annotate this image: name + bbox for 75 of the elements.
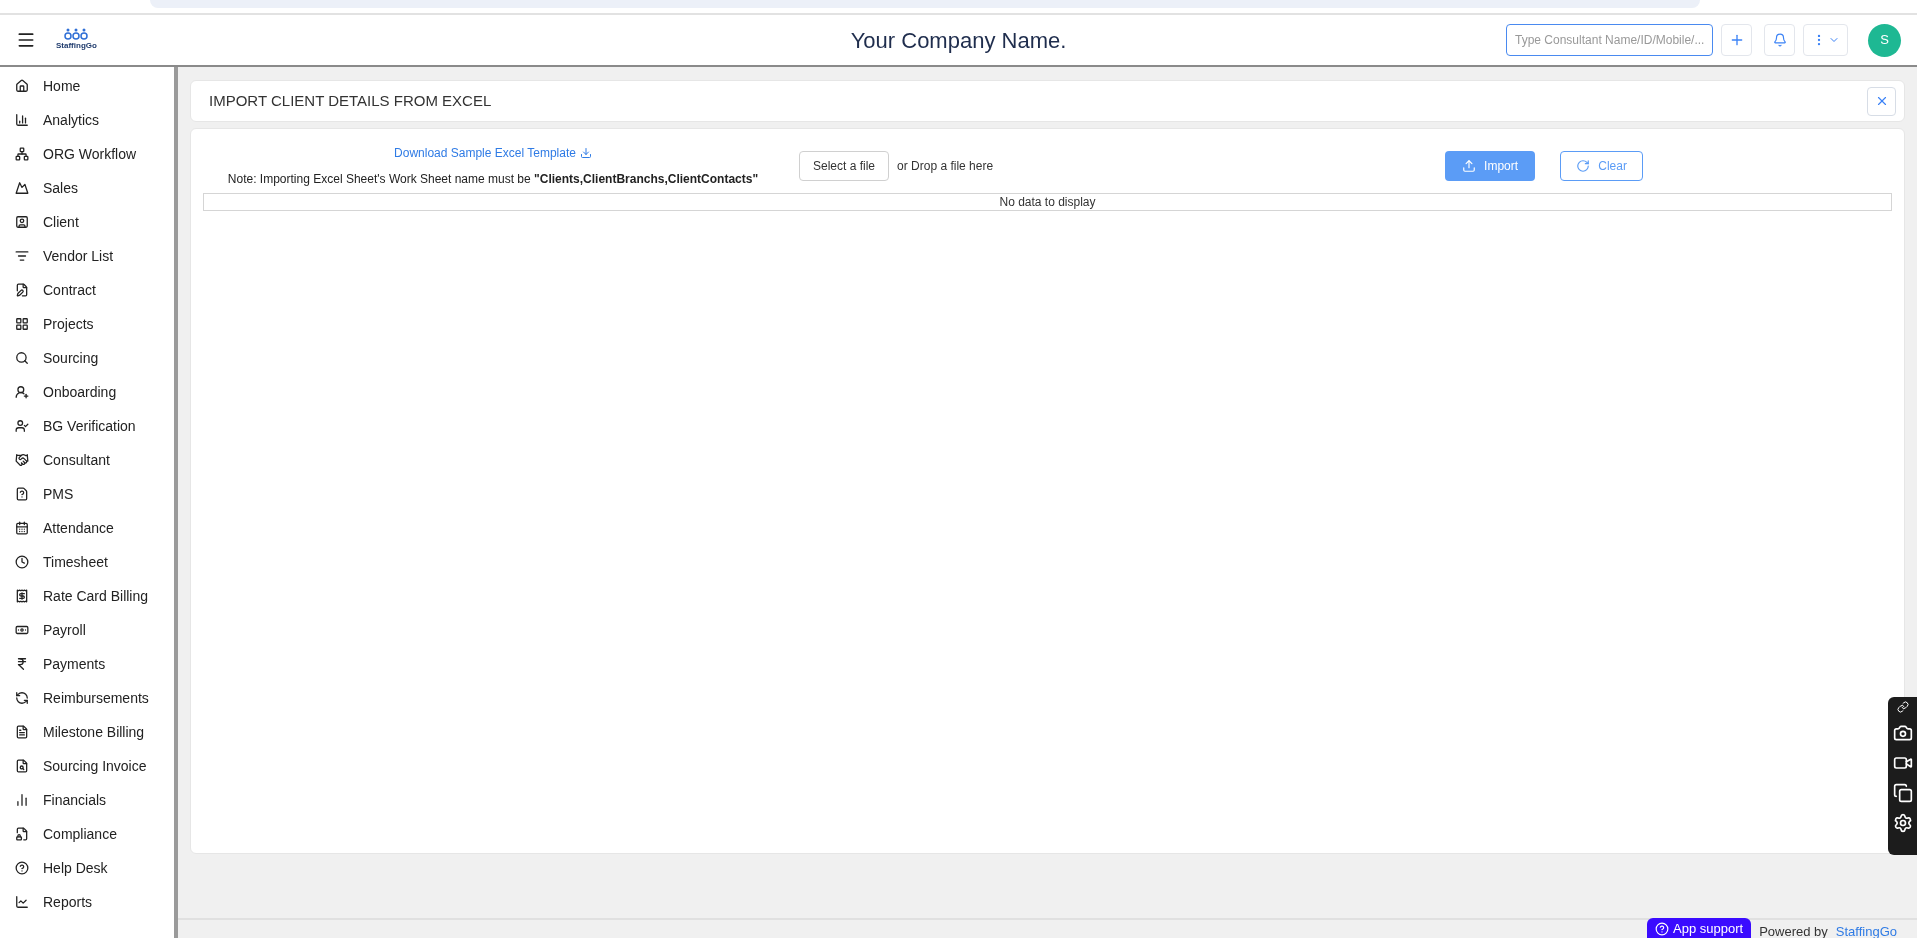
logo-icon bbox=[63, 28, 90, 40]
sidebar-item[interactable]: ORG Workflow bbox=[0, 137, 174, 171]
notifications-button[interactable] bbox=[1764, 24, 1795, 56]
sidebar-item[interactable]: Compliance bbox=[0, 817, 174, 851]
download-icon bbox=[579, 147, 592, 159]
line-chart-icon bbox=[15, 895, 29, 909]
download-link[interactable]: Download Sample Excel Template bbox=[394, 144, 592, 162]
sidebar-item[interactable]: Consultant bbox=[0, 443, 174, 477]
file-lock-icon bbox=[15, 827, 29, 841]
sidebar-item[interactable]: Contract bbox=[0, 273, 174, 307]
search-icon bbox=[15, 351, 29, 365]
add-button[interactable] bbox=[1721, 24, 1752, 56]
sidebar-item[interactable]: Sourcing bbox=[0, 341, 174, 375]
sidebar-item[interactable]: Sourcing Invoice bbox=[0, 749, 174, 783]
document-icon bbox=[15, 725, 29, 739]
sidebar-item[interactable]: Payments bbox=[0, 647, 174, 681]
bar-chart-icon bbox=[15, 793, 29, 807]
sidebar-item[interactable]: Help Desk bbox=[0, 851, 174, 885]
sidebar-item[interactable]: Home bbox=[0, 69, 174, 103]
refresh-icon bbox=[15, 691, 29, 705]
help-icon bbox=[1655, 922, 1670, 936]
calendar-icon bbox=[15, 521, 29, 535]
upload-icon bbox=[1462, 159, 1477, 173]
camera-icon[interactable] bbox=[1892, 723, 1913, 743]
sidebar-item[interactable]: Attendance bbox=[0, 511, 174, 545]
sidebar-item[interactable]: Payroll bbox=[0, 613, 174, 647]
brand-link[interactable]: StaffingGo bbox=[1835, 922, 1897, 938]
sidebar-item[interactable]: Sales bbox=[0, 171, 174, 205]
user-plus-icon bbox=[15, 385, 29, 399]
hierarchy-icon bbox=[15, 147, 29, 161]
drop-hint: or Drop a file here bbox=[897, 158, 994, 175]
receipt-icon bbox=[15, 589, 29, 603]
sidebar-item[interactable]: Reimbursements bbox=[0, 681, 174, 715]
empty-message: No data to display bbox=[999, 194, 1096, 211]
menu-icon[interactable] bbox=[16, 30, 36, 50]
sidebar-item[interactable]: Analytics bbox=[0, 103, 174, 137]
link-icon[interactable] bbox=[1896, 701, 1909, 713]
windows-icon[interactable] bbox=[1892, 783, 1913, 803]
banknote-icon bbox=[15, 623, 29, 637]
settings-icon[interactable] bbox=[1892, 813, 1913, 833]
sidebar-item[interactable]: Rate Card Billing bbox=[0, 579, 174, 613]
file-search-icon bbox=[15, 759, 29, 773]
app-support-button[interactable]: App support bbox=[1647, 918, 1752, 938]
sidebar-item[interactable]: Milestone Billing bbox=[0, 715, 174, 749]
grid-icon bbox=[15, 317, 29, 331]
file-pen-icon bbox=[15, 283, 29, 297]
chart-icon bbox=[15, 113, 29, 127]
user-check-icon bbox=[15, 419, 29, 433]
sidebar-item[interactable]: Reports bbox=[0, 885, 174, 919]
handshake-icon bbox=[15, 453, 29, 467]
sidebar-item[interactable]: Client bbox=[0, 205, 174, 239]
select-file-button[interactable]: Select a file bbox=[799, 151, 890, 181]
sidebar-item[interactable]: Timesheet bbox=[0, 545, 174, 579]
page-title: IMPORT CLIENT DETAILS FROM EXCEL bbox=[209, 90, 492, 111]
clock-icon bbox=[15, 555, 29, 569]
mountain-icon bbox=[15, 181, 29, 195]
sidebar-item[interactable]: Onboarding bbox=[0, 375, 174, 409]
company-name: Your Company Name. bbox=[850, 26, 1067, 55]
rupee-icon bbox=[15, 657, 29, 671]
reset-icon bbox=[1576, 159, 1591, 173]
bell-icon bbox=[1772, 33, 1787, 47]
help-icon bbox=[15, 861, 29, 875]
search-field[interactable]: Type Consultant Name/ID/Mobile/... bbox=[1506, 24, 1713, 56]
sidebar-item[interactable]: BG Verification bbox=[0, 409, 174, 443]
house-icon bbox=[15, 79, 29, 93]
sidebar-item[interactable]: Vendor List bbox=[0, 239, 174, 273]
user-card-icon bbox=[15, 215, 29, 229]
logo[interactable]: StaffingGo bbox=[56, 28, 97, 52]
powered-by-text: Powered by bbox=[1759, 923, 1828, 938]
list-icon bbox=[15, 249, 29, 263]
note-text: Note: Importing Excel Sheet's Work Sheet name must be "Clients,ClientBranchs,ClientContacts" bbox=[227, 171, 759, 188]
file-question-icon bbox=[15, 487, 29, 501]
sidebar-item[interactable]: PMS bbox=[0, 477, 174, 511]
sidebar-item[interactable]: Projects bbox=[0, 307, 174, 341]
sidebar-item[interactable]: Financials bbox=[0, 783, 174, 817]
